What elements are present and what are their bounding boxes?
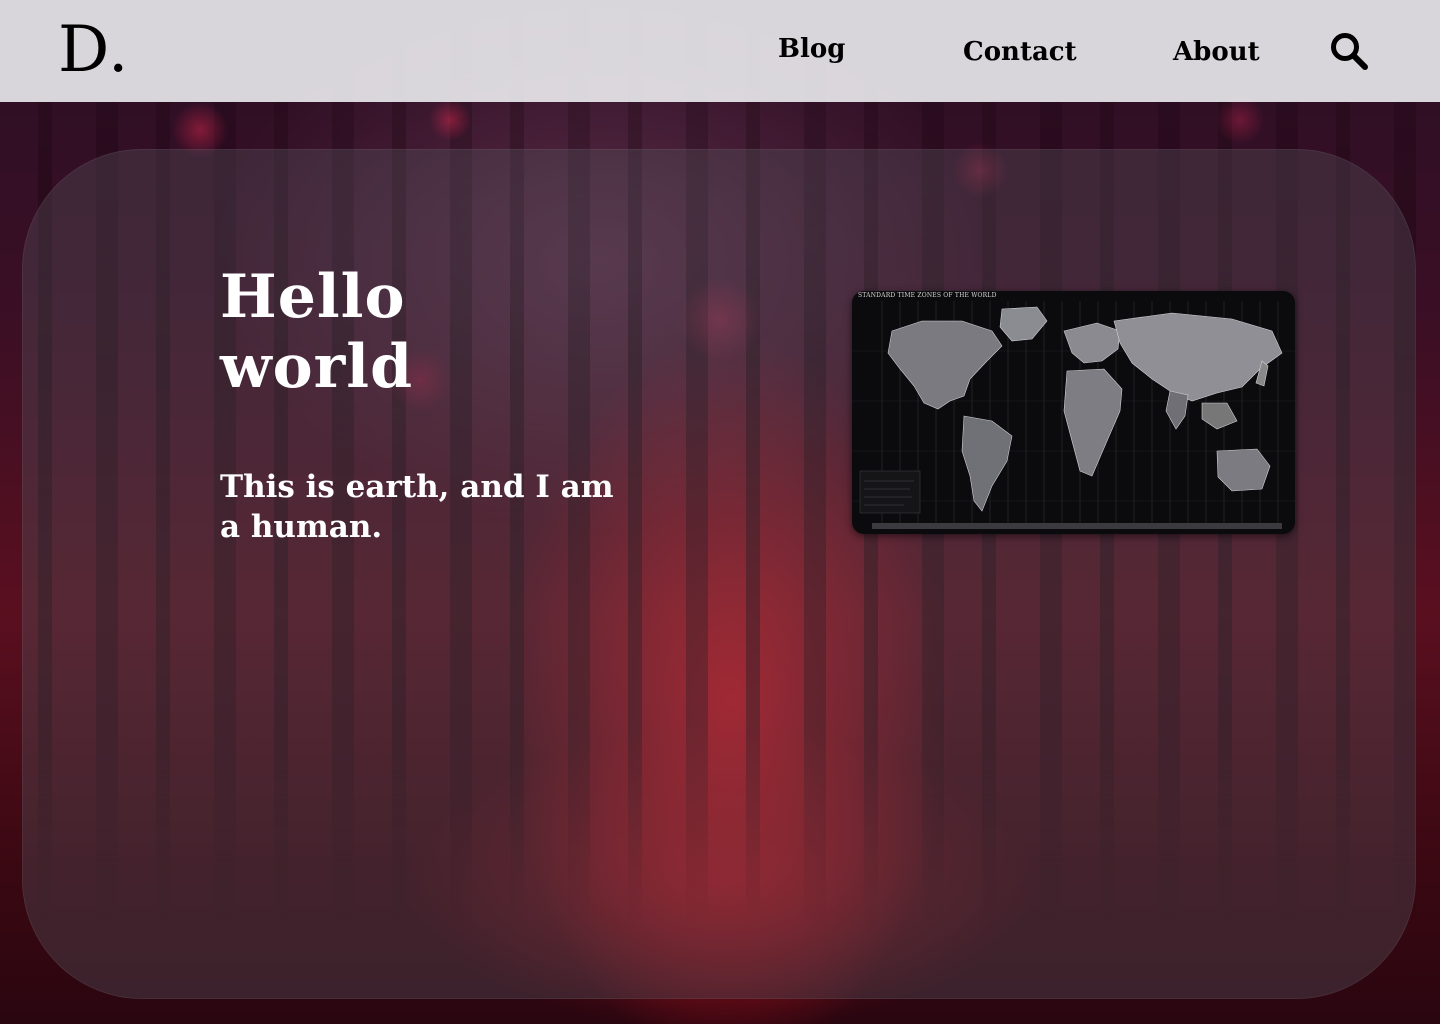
headline-line-2: world — [220, 332, 414, 402]
search-icon — [1331, 33, 1368, 70]
nav-link-contact[interactable]: Contact — [963, 32, 1077, 72]
world-map-image: STANDARD TIME ZONES OF THE WORLD — [852, 291, 1295, 534]
nav-link-blog[interactable]: Blog — [778, 29, 845, 69]
search-button[interactable] — [1328, 30, 1370, 72]
hero-headline: Hello world — [220, 262, 640, 402]
nav-link-about[interactable]: About — [1173, 32, 1260, 72]
site-header: D. Blog Contact About — [0, 0, 1440, 102]
headline-line-1: Hello — [220, 262, 406, 332]
hero-subtitle: This is earth, and I am a human. — [220, 469, 614, 545]
map-title: STANDARD TIME ZONES OF THE WORLD — [858, 292, 997, 299]
world-map-graphic — [852, 301, 1295, 529]
site-logo[interactable]: D. — [58, 12, 129, 88]
